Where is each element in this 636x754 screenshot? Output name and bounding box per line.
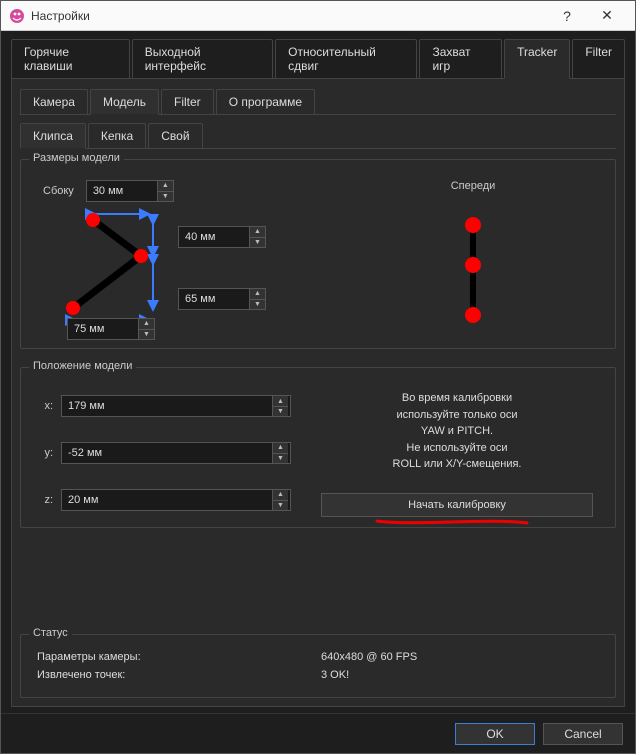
x-input[interactable] — [62, 396, 272, 416]
y-label: y: — [33, 447, 53, 459]
x-label: x: — [33, 400, 53, 412]
spinner-arrows-icon[interactable]: ▲▼ — [249, 289, 265, 309]
tab-output[interactable]: Выходной интерфейс — [132, 39, 273, 78]
tab-offset[interactable]: Относительный сдвиг — [275, 39, 417, 78]
settings-window: Настройки ? ✕ Горячие клавиши Выходной и… — [0, 0, 636, 754]
start-calibration-button[interactable]: Начать калибровку — [321, 493, 593, 517]
inner-tabbar: Камера Модель Filter О программе — [20, 89, 616, 115]
tab-filter[interactable]: Filter — [572, 39, 625, 78]
tab-custom[interactable]: Свой — [148, 123, 202, 148]
y-spin[interactable]: ▲▼ — [61, 442, 291, 464]
tab-tracker[interactable]: Tracker — [504, 39, 570, 79]
side-bottom-input[interactable] — [68, 319, 138, 339]
window-title: Настройки — [31, 9, 90, 23]
tab-game-detect[interactable]: Захват игр — [419, 39, 502, 78]
front-label: Спереди — [343, 180, 603, 192]
side-top-input[interactable] — [87, 181, 157, 201]
d2-spin[interactable]: ▲▼ — [178, 288, 266, 310]
titlebar: Настройки ? ✕ — [1, 1, 635, 31]
spinner-arrows-icon[interactable]: ▲▼ — [249, 227, 265, 247]
z-spin[interactable]: ▲▼ — [61, 489, 291, 511]
front-diagram — [453, 210, 493, 330]
z-input[interactable] — [62, 490, 272, 510]
d2-input[interactable] — [179, 289, 249, 309]
tab-about[interactable]: О программе — [216, 89, 315, 114]
tracker-panel: Камера Модель Filter О программе Клипса … — [11, 79, 625, 707]
ok-button[interactable]: OK — [455, 723, 535, 745]
spinner-arrows-icon[interactable]: ▲▼ — [272, 396, 288, 416]
status-group: Статус Параметры камеры: 640x480 @ 60 FP… — [20, 634, 616, 698]
spinner-arrows-icon[interactable]: ▲▼ — [272, 490, 288, 510]
top-tabbar: Горячие клавиши Выходной интерфейс Относ… — [11, 39, 625, 79]
help-button[interactable]: ? — [547, 1, 587, 31]
annotation-underline-icon — [372, 516, 532, 530]
tab-clip[interactable]: Клипса — [20, 123, 86, 149]
app-icon — [9, 8, 25, 24]
tab-camera[interactable]: Камера — [20, 89, 88, 114]
points-value: 3 OK! — [321, 669, 599, 681]
content-area: Горячие клавиши Выходной интерфейс Относ… — [1, 31, 635, 713]
x-spin[interactable]: ▲▼ — [61, 395, 291, 417]
cam-params-label: Параметры камеры: — [37, 651, 315, 663]
side-top-spin[interactable]: ▲▼ — [86, 180, 174, 202]
spinner-arrows-icon[interactable]: ▲▼ — [138, 319, 154, 339]
spinner-arrows-icon[interactable]: ▲▼ — [272, 443, 288, 463]
tab-hotkeys[interactable]: Горячие клавиши — [11, 39, 130, 78]
close-button[interactable]: ✕ — [587, 1, 627, 31]
d1-spin[interactable]: ▲▼ — [178, 226, 266, 248]
model-pos-group: Положение модели x: ▲▼ y: ▲▼ z: — [20, 367, 616, 528]
side-label: Сбоку — [43, 185, 74, 197]
tab-model[interactable]: Модель — [90, 89, 159, 115]
cam-params-value: 640x480 @ 60 FPS — [321, 651, 599, 663]
d1-input[interactable] — [179, 227, 249, 247]
status-title: Статус — [29, 627, 72, 639]
calib-note: Во время калибровки используйте только о… — [321, 390, 593, 473]
cancel-button[interactable]: Cancel — [543, 723, 623, 745]
model-pos-title: Положение модели — [29, 360, 136, 372]
tab-cap[interactable]: Кепка — [88, 123, 146, 148]
model-size-title: Размеры модели — [29, 152, 124, 164]
z-label: z: — [33, 494, 53, 506]
tab-inner-filter[interactable]: Filter — [161, 89, 214, 114]
side-bottom-spin[interactable]: ▲▼ — [67, 318, 155, 340]
sub-tabbar: Клипса Кепка Свой — [20, 123, 616, 149]
points-label: Извлечено точек: — [37, 669, 315, 681]
spinner-arrows-icon[interactable]: ▲▼ — [157, 181, 173, 201]
y-input[interactable] — [62, 443, 272, 463]
dialog-footer: OK Cancel — [1, 713, 635, 753]
model-size-group: Размеры модели Сбоку ▲▼ — [20, 159, 616, 349]
